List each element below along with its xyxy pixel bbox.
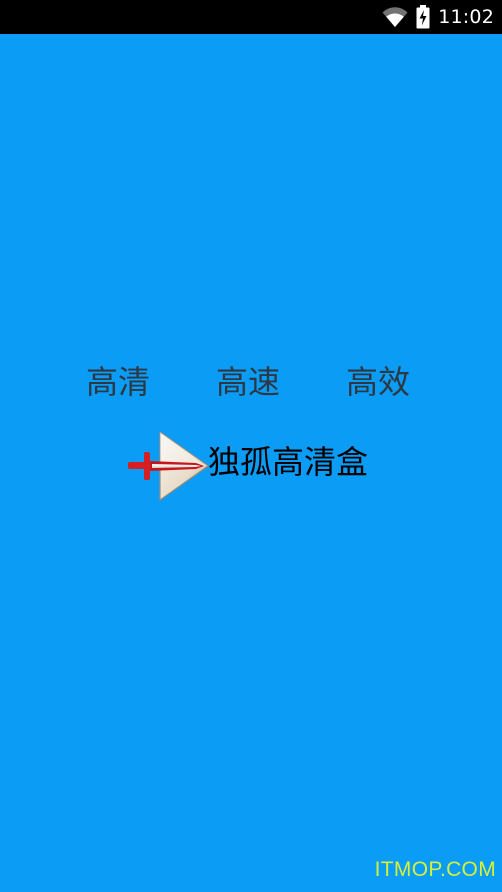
feature-high-speed: 高速 [216,363,281,401]
status-bar: 11:02 [0,0,502,34]
wifi-icon [382,6,408,28]
splash-screen: 高清 高速 高效 独孤高清盒 ITMOP.COM [0,34,502,892]
app-name: 独孤高清盒 [208,443,369,481]
status-icons: 11:02 [382,0,494,34]
app-brand: 独孤高清盒 [124,430,384,502]
feature-high-efficiency: 高效 [346,363,411,401]
watermark: ITMOP.COM [374,858,496,881]
battery-charging-icon [416,5,430,29]
feature-taglines: 高清 高速 高效 [0,360,502,404]
status-time: 11:02 [438,6,494,28]
feature-hd: 高清 [86,363,151,401]
sword-play-logo-icon [124,430,214,506]
